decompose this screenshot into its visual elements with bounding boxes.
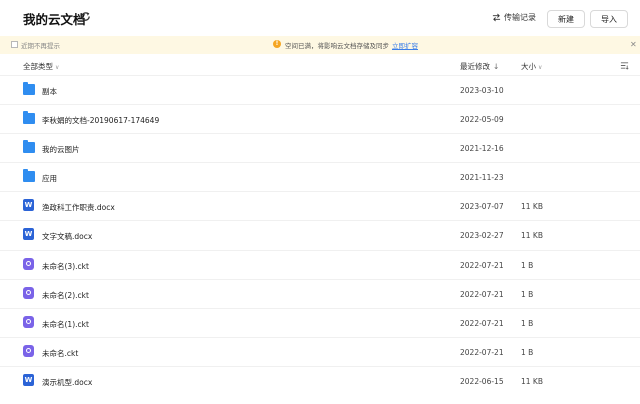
close-icon[interactable]: ✕ (630, 40, 637, 49)
file-row[interactable]: 我的云图片 2021-12-16 (0, 133, 640, 162)
file-modified-date: 2023-02-27 (460, 231, 504, 241)
file-size: 1 B (521, 318, 534, 328)
file-row[interactable]: 未命名(2).ckt 2022-07-21 1 B (0, 278, 640, 308)
file-size: 11 KB (521, 376, 543, 386)
file-name[interactable]: 演示机型.docx (42, 377, 92, 388)
transfer-label: 传输记录 (504, 13, 536, 22)
size-sort-header[interactable]: 大小 ∨ (521, 61, 542, 72)
warning-icon: ! (273, 40, 281, 48)
import-button[interactable]: 导入 (590, 10, 628, 28)
file-name[interactable]: 未命名(1).ckt (42, 319, 89, 330)
file-list: 副本 2023-03-10 李秋娟的文档-20190617-174649 2022-0… (0, 75, 640, 395)
file-modified-date: 2022-05-09 (460, 115, 504, 125)
file-name[interactable]: 我的云图片 (42, 144, 80, 155)
file-size: 11 KB (521, 202, 543, 212)
file-modified-date: 2022-07-21 (460, 289, 504, 299)
file-name[interactable]: 渔政科工作职责.docx (42, 202, 115, 213)
file-name[interactable]: 李秋娟的文档-20190617-174649 (42, 115, 159, 126)
file-row[interactable]: 李秋娟的文档-20190617-174649 2022-05-09 (0, 104, 640, 133)
transfer-record-button[interactable]: 传输记录 (492, 12, 536, 23)
file-row[interactable]: 未命名(1).ckt 2022-07-21 1 B (0, 307, 640, 337)
sort-arrow-down-icon: ↓ (493, 62, 500, 71)
file-name[interactable]: 未命名(2).ckt (42, 290, 89, 301)
folder-icon (23, 169, 35, 183)
file-row[interactable]: 未命名(3).ckt 2022-07-21 1 B (0, 249, 640, 279)
word-icon: W (23, 373, 34, 386)
new-button[interactable]: 新建 (547, 10, 585, 28)
view-settings-icon[interactable] (620, 61, 629, 70)
folder-icon (23, 111, 35, 125)
notice-text: 空间已满，将影响云文档存储及同步 (285, 42, 389, 50)
folder-icon (23, 140, 35, 154)
file-row[interactable]: 副本 2023-03-10 (0, 75, 640, 104)
file-modified-date: 2023-03-10 (460, 86, 504, 95)
ckt-icon (23, 344, 34, 357)
file-row[interactable]: 未命名.ckt 2022-07-21 1 B (0, 336, 640, 366)
file-name[interactable]: 副本 (42, 86, 57, 97)
file-modified-date: 2021-11-23 (460, 173, 504, 183)
notice-message: 空间已满，将影响云文档存储及同步 立即扩容 (285, 40, 418, 50)
dont-remind-label[interactable]: 近期不再提示 (21, 40, 60, 50)
transfer-icon (492, 13, 501, 22)
word-icon: W (23, 228, 34, 241)
dont-remind-checkbox[interactable] (11, 41, 18, 48)
file-size: 11 KB (521, 231, 543, 241)
file-name[interactable]: 文字文稿.docx (42, 231, 92, 242)
file-name[interactable]: 应用 (42, 173, 57, 184)
file-row[interactable]: W 演示机型.docx 2022-06-15 11 KB (0, 365, 640, 395)
ckt-icon (23, 257, 34, 270)
file-name[interactable]: 未命名(3).ckt (42, 261, 89, 272)
upgrade-link[interactable]: 立即扩容 (392, 42, 418, 50)
page-title: 我的云文档 (23, 12, 86, 27)
chevron-down-icon: ∨ (538, 64, 543, 71)
header: 我的云文档 传输记录 新建 导入 (0, 0, 640, 36)
chevron-down-icon: ∨ (55, 64, 60, 71)
file-modified-date: 2022-06-15 (460, 376, 504, 386)
file-row[interactable]: W 渔政科工作职责.docx 2023-07-07 11 KB (0, 191, 640, 220)
type-filter-dropdown[interactable]: 全部类型 ∨ (23, 61, 59, 72)
storage-full-notice: 近期不再提示 ! 空间已满，将影响云文档存储及同步 立即扩容 ✕ (0, 36, 640, 54)
column-header: 全部类型 ∨ 最近修改 ↓ 大小 ∨ (0, 58, 640, 74)
file-size: 1 B (521, 260, 534, 270)
file-modified-date: 2023-07-07 (460, 202, 504, 212)
file-row[interactable]: W 文字文稿.docx 2023-02-27 11 KB (0, 220, 640, 249)
file-size: 1 B (521, 289, 534, 299)
refresh-icon[interactable] (80, 11, 91, 22)
file-modified-date: 2021-12-16 (460, 144, 504, 154)
file-row[interactable]: 应用 2021-11-23 (0, 162, 640, 191)
ckt-icon (23, 286, 34, 299)
folder-icon (23, 82, 35, 95)
ckt-icon (23, 315, 34, 328)
word-icon: W (23, 199, 34, 212)
file-modified-date: 2022-07-21 (460, 260, 504, 270)
modified-column-label: 最近修改 (460, 62, 490, 71)
type-column-label: 全部类型 (23, 62, 53, 71)
file-size: 1 B (521, 347, 534, 357)
file-name[interactable]: 未命名.ckt (42, 348, 78, 359)
modified-sort-header[interactable]: 最近修改 ↓ (460, 61, 499, 72)
file-modified-date: 2022-07-21 (460, 318, 504, 328)
size-column-label: 大小 (521, 62, 536, 71)
file-modified-date: 2022-07-21 (460, 347, 504, 357)
